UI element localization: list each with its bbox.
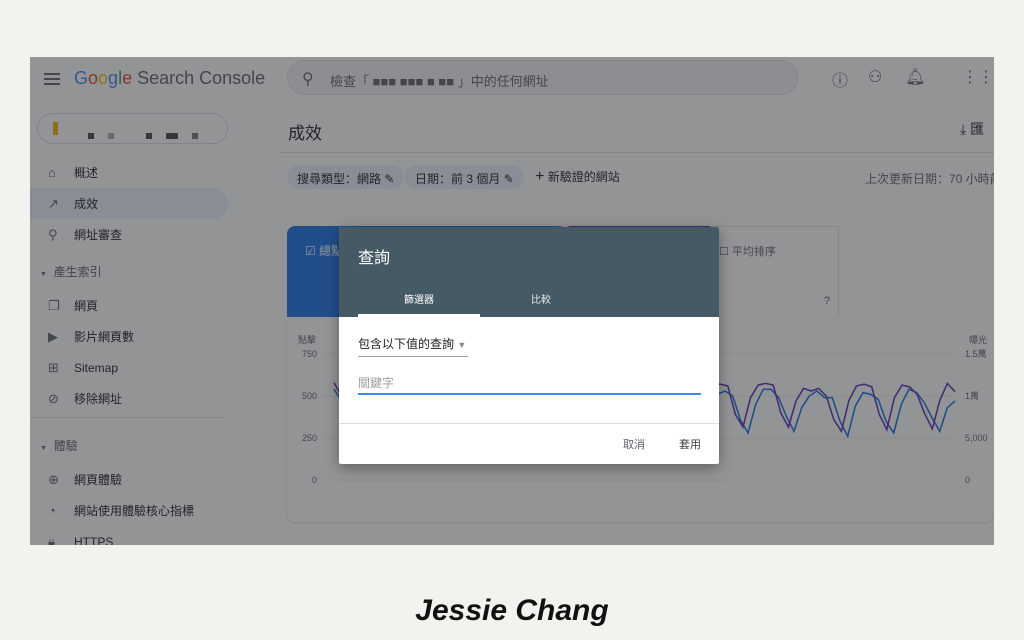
query-filter-dialog: 查詢 篩選器 比較 包含以下值的查詢 ▼ 取消 套用 — [339, 227, 719, 464]
apply-button[interactable]: 套用 — [679, 436, 701, 452]
active-tab-indicator — [358, 314, 480, 317]
dialog-title: 查詢 — [358, 250, 391, 267]
match-type-select[interactable]: 包含以下值的查詢 ▼ — [358, 335, 468, 357]
dialog-divider — [339, 423, 719, 424]
author-signature: Jessie Chang — [415, 594, 609, 627]
tab-compare[interactable]: 比較 — [480, 291, 602, 306]
cancel-button[interactable]: 取消 — [623, 436, 645, 452]
select-value: 包含以下值的查詢 — [358, 337, 455, 351]
tab-filter[interactable]: 篩選器 — [358, 291, 480, 306]
dropdown-arrow-icon: ▼ — [457, 340, 467, 350]
dialog-header: 查詢 篩選器 比較 — [339, 227, 719, 317]
search-console-window: Google Search Console ⚲檢查「 ■■■ ■■■ ■ ■■ … — [30, 57, 994, 545]
keyword-input[interactable] — [358, 373, 701, 395]
